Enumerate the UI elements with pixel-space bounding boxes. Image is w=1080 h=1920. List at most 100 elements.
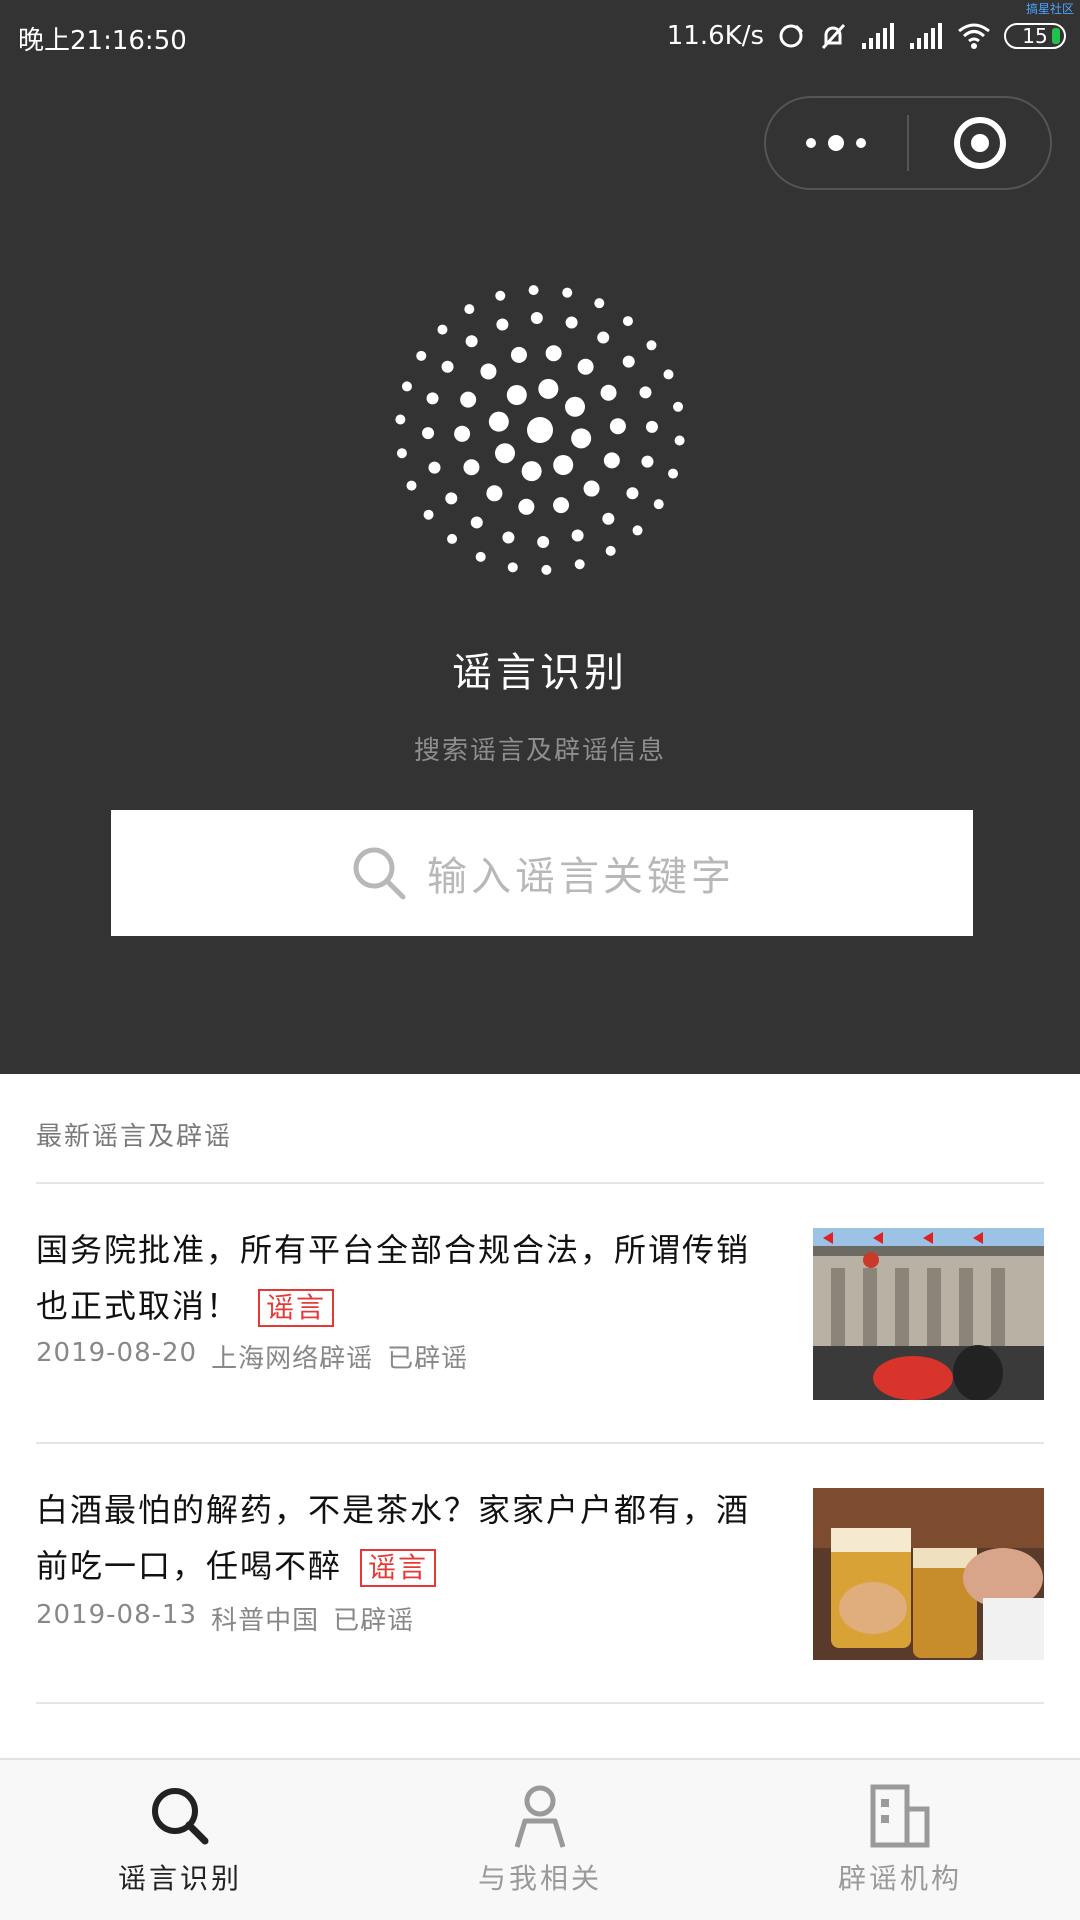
logo-dot xyxy=(494,443,515,464)
item-meta: 2019-08-20 上海网络辟谣 已辟谣 xyxy=(36,1338,468,1375)
logo-dot xyxy=(646,340,657,351)
signal-icon xyxy=(862,23,894,49)
header-area: 晚上21:16:50 搞星社区 11.6K/s 15 谣言识别 搜索谣言及辟谣信… xyxy=(0,0,1080,1074)
logo-dot xyxy=(673,401,684,412)
logo-dot xyxy=(445,492,458,505)
target-circle-icon xyxy=(954,117,1006,169)
search-input[interactable]: 输入谣言关键字 xyxy=(111,810,973,936)
logo-dot xyxy=(663,369,674,380)
building-icon xyxy=(870,1784,930,1848)
logo-dot xyxy=(565,396,586,417)
capsule-divider xyxy=(907,115,909,171)
logo-dot xyxy=(527,417,553,443)
latest-section-title: 最新谣言及辟谣 xyxy=(36,1122,233,1152)
more-dots-icon xyxy=(806,135,866,151)
status-bar: 晚上21:16:50 搞星社区 11.6K/s 15 xyxy=(0,0,1080,70)
rumor-tag: 谣言 xyxy=(258,1289,335,1327)
logo-dot xyxy=(530,312,543,325)
logo-dot xyxy=(416,350,427,361)
item-source: 上海网络辟谣 xyxy=(211,1344,374,1374)
logo-dot xyxy=(626,487,639,500)
item-thumbnail xyxy=(813,1488,1044,1660)
logo-dot xyxy=(518,498,535,515)
logo-dot xyxy=(571,428,592,449)
logo-dot xyxy=(632,525,643,536)
logo-dot xyxy=(396,448,407,459)
logo-dot xyxy=(521,461,542,482)
status-time: 晚上21:16:50 xyxy=(18,26,187,56)
logo-dot xyxy=(470,516,483,529)
battery-indicator: 15 xyxy=(1004,23,1066,49)
logo-dot xyxy=(537,535,550,548)
tab-related-to-me[interactable]: 与我相关 xyxy=(360,1760,720,1920)
logo-dot xyxy=(674,435,685,446)
logo-dot xyxy=(565,316,578,329)
tab-rumor-identify[interactable]: 谣言识别 xyxy=(0,1760,360,1920)
more-button[interactable] xyxy=(766,98,906,188)
logo-dot xyxy=(553,497,570,514)
dot-sphere-logo xyxy=(395,285,685,575)
battery-level-fill xyxy=(1052,28,1060,44)
logo-dot xyxy=(609,418,626,435)
page-subtitle: 搜索谣言及辟谣信息 xyxy=(413,736,666,766)
search-icon xyxy=(353,847,406,900)
logo-dot xyxy=(541,564,552,575)
tab-bar: 谣言识别 与我相关 辟谣机构 xyxy=(0,1758,1080,1920)
logo-dot xyxy=(641,455,654,468)
logo-dot xyxy=(463,459,480,476)
logo-dot xyxy=(510,346,527,363)
logo-dot xyxy=(622,316,633,327)
logo-dot xyxy=(422,427,435,440)
tab-label: 谣言识别 xyxy=(117,1862,242,1895)
logo-dot xyxy=(577,358,594,375)
person-icon xyxy=(514,1785,566,1848)
net-speed: 11.6K/s xyxy=(666,21,764,51)
logo-dot xyxy=(480,363,497,380)
logo-dot xyxy=(441,360,454,373)
list-item[interactable]: 白酒最怕的解药，不是茶水？家家户户都有，酒前吃一口，任喝不醉 谣言 2019-08… xyxy=(0,1482,1080,1702)
logo-dot xyxy=(538,378,559,399)
tab-label: 辟谣机构 xyxy=(837,1862,962,1895)
logo-dot xyxy=(603,452,620,469)
logo-dot xyxy=(464,304,475,315)
logo-dot xyxy=(401,381,412,392)
tab-label: 与我相关 xyxy=(477,1862,602,1895)
rumor-tag: 谣言 xyxy=(360,1549,437,1587)
logo-dot xyxy=(428,461,441,474)
list-item[interactable]: 国务院批准，所有平台全部合规合法，所谓传销也正式取消！ 谣言 2019-08-20… xyxy=(0,1222,1080,1442)
item-date: 2019-08-20 xyxy=(36,1338,198,1368)
logo-dot xyxy=(639,386,652,399)
item-status: 已辟谣 xyxy=(387,1344,469,1374)
logo-dot xyxy=(495,290,506,301)
tab-debunk-agencies[interactable]: 辟谣机构 xyxy=(720,1760,1080,1920)
logo-dot xyxy=(502,531,515,544)
logo-dot xyxy=(597,331,610,344)
logo-dot xyxy=(423,509,434,520)
logo-dot xyxy=(622,355,635,368)
logo-dot xyxy=(488,411,509,432)
logo-dot xyxy=(600,384,617,401)
logo-dot xyxy=(465,335,478,348)
logo-dot xyxy=(507,562,518,573)
page-title: 谣言识别 xyxy=(452,650,628,696)
logo-dot xyxy=(571,529,584,542)
logo-dot xyxy=(486,485,503,502)
logo-dot xyxy=(583,480,600,497)
logo-dot xyxy=(553,455,574,476)
logo-dot xyxy=(528,285,539,296)
signal-icon-2 xyxy=(910,23,942,49)
close-button[interactable] xyxy=(910,98,1050,188)
logo-dot xyxy=(395,414,406,425)
logo-dot xyxy=(475,551,486,562)
logo-dot xyxy=(447,533,458,544)
section-divider xyxy=(36,1182,1044,1184)
item-thumbnail xyxy=(813,1228,1044,1400)
logo-dot xyxy=(460,391,477,408)
logo-dot xyxy=(594,298,605,309)
item-meta: 2019-08-13 科普中国 已辟谣 xyxy=(36,1600,414,1637)
logo-dot xyxy=(545,345,562,362)
logo-dot xyxy=(406,480,417,491)
battery-level-text: 15 xyxy=(1022,24,1048,48)
search-placeholder: 输入谣言关键字 xyxy=(427,854,735,900)
logo-dot xyxy=(645,420,658,433)
